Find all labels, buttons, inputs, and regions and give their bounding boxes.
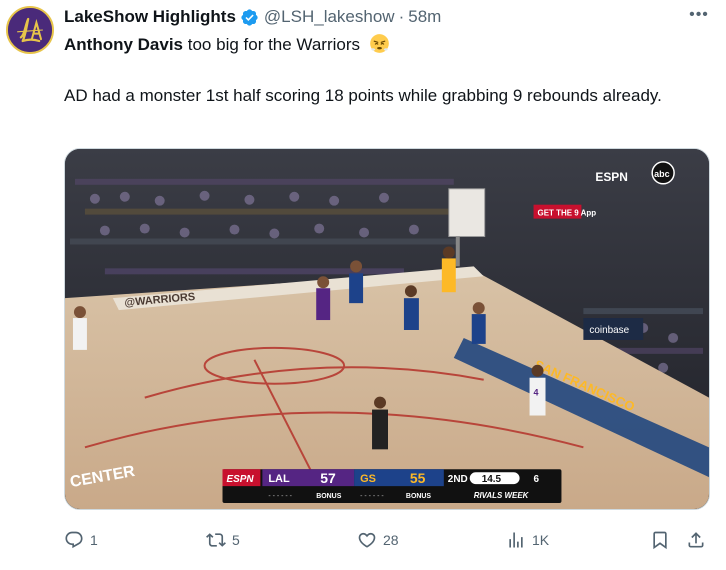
tweet-article[interactable]: LakeShow Highlights @LSH_lakeshow · 58m … (0, 0, 726, 570)
tweet-body-text: AD had a monster 1st half scoring 18 poi… (64, 86, 662, 105)
away-team-abbr: LAL (268, 473, 290, 485)
tweet-timestamp[interactable]: 58m (408, 7, 441, 27)
reply-count: 1 (90, 532, 98, 548)
sponsor-text: coinbase (589, 325, 629, 336)
verified-badge-icon[interactable] (240, 8, 259, 27)
abc-logo-text: abc (654, 169, 669, 179)
view-count: 1K (532, 532, 550, 548)
like-count: 28 (383, 532, 399, 548)
analytics-icon (509, 532, 523, 548)
headline-text: too big for the Warriors (183, 35, 361, 54)
repost-button[interactable]: 5 (206, 526, 240, 554)
home-team-abbr: GS (360, 473, 376, 485)
away-team-score: 57 (320, 470, 336, 486)
tweet-media-image[interactable]: @WARRIORS SAN FRANCISCO CENTER GET THE 9… (64, 148, 710, 510)
heart-icon (358, 532, 376, 548)
like-button[interactable]: 28 (357, 526, 399, 554)
reply-icon (65, 531, 83, 549)
share-icon (688, 532, 704, 548)
rivals-week-label: RIVALS WEEK (474, 491, 530, 500)
app-ad-text: GET THE 9 App (538, 209, 597, 218)
header-separator: · (398, 7, 405, 26)
basketball-broadcast-image: @WARRIORS SAN FRANCISCO CENTER GET THE 9… (65, 149, 709, 509)
game-clock: 14.5 (482, 474, 502, 485)
repost-count: 5 (232, 532, 240, 548)
home-bonus-status: BONUS (406, 493, 432, 500)
svg-text:- - - - - -: - - - - - - (268, 493, 292, 500)
author-display-name[interactable]: LakeShow Highlights (64, 7, 236, 27)
repost-icon (206, 533, 226, 547)
bookmark-button[interactable] (650, 526, 670, 554)
author-handle[interactable]: @LSH_lakeshow (264, 7, 395, 27)
bookmark-icon (653, 531, 667, 550)
shot-clock: 6 (534, 474, 540, 485)
more-options-icon[interactable]: ••• (686, 6, 712, 28)
tweet-headline: Anthony Davis too big for the Warriors (64, 33, 390, 57)
scoreboard-network: ESPN (226, 474, 254, 485)
share-button[interactable] (686, 526, 706, 554)
away-bonus-status: BONUS (316, 493, 342, 500)
player-jersey-number: 4 (534, 388, 539, 398)
views-button[interactable]: 1K (506, 526, 549, 554)
author-avatar[interactable] (6, 6, 54, 54)
lakers-la-logo-icon (8, 8, 52, 52)
game-period: 2ND (448, 474, 468, 485)
steaming-face-emoji-icon (369, 34, 389, 53)
headline-bold-text[interactable]: Anthony Davis (64, 35, 183, 54)
tweet-action-bar: 1 5 28 1K (64, 526, 714, 554)
tweet-header: LakeShow Highlights @LSH_lakeshow · 58m … (64, 6, 712, 28)
espn-network-logo: ESPN (595, 170, 628, 184)
scoreboard-overlay: ESPN LAL 57 GS 55 2ND 14.5 6 - - - - - -… (222, 469, 562, 504)
svg-text:- - - - - -: - - - - - - (360, 493, 384, 500)
reply-button[interactable]: 1 (64, 526, 98, 554)
home-team-score: 55 (410, 470, 426, 486)
